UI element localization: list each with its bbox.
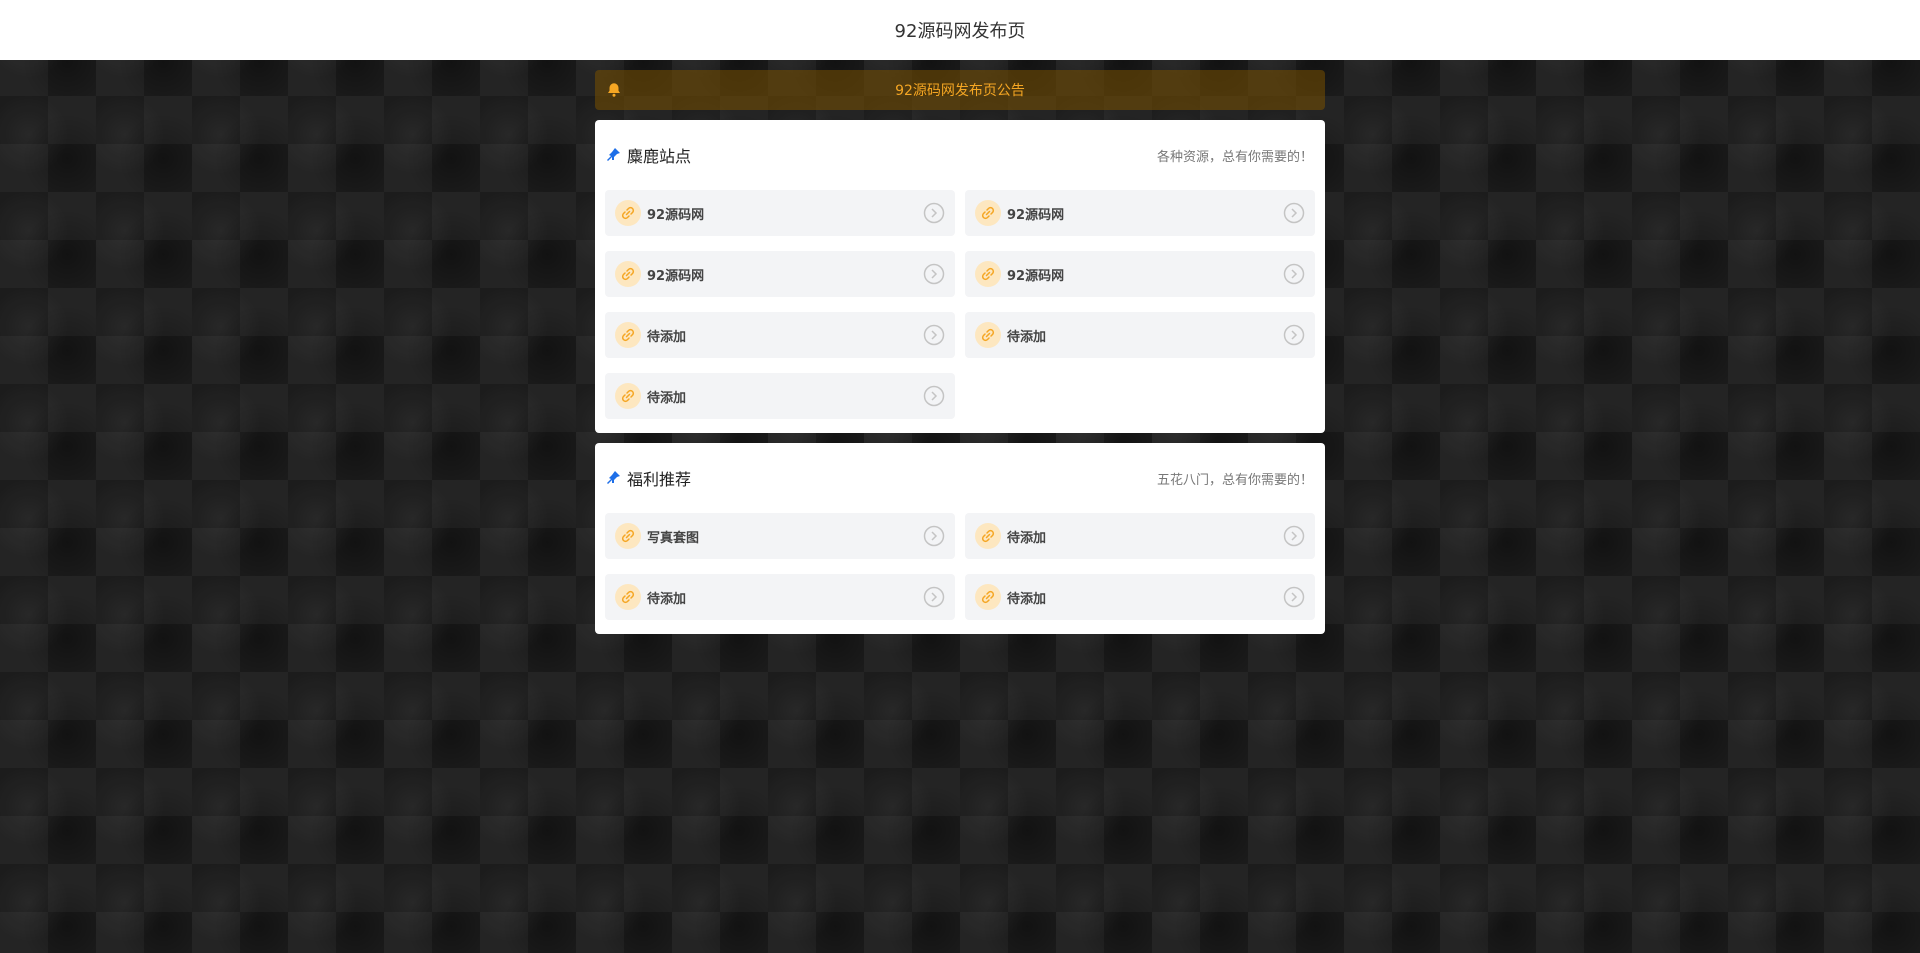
link-icon — [615, 261, 641, 287]
pin-icon — [607, 148, 620, 161]
section-card: 麋鹿站点 各种资源，总有你需要的！ 92源码网 92源码网 92源码网 92源码… — [595, 120, 1325, 433]
section-header: 福利推荐 五花八门，总有你需要的！ — [605, 443, 1315, 513]
chevron-right-icon — [1283, 586, 1305, 608]
bell-icon — [608, 83, 620, 97]
link-icon — [615, 584, 641, 610]
link-label: 待添加 — [1007, 530, 1047, 546]
link-item[interactable]: 待添加 — [965, 574, 1315, 620]
link-item[interactable]: 待添加 — [605, 312, 955, 358]
section-title: 福利推荐 — [627, 470, 692, 489]
link-icon — [975, 584, 1001, 610]
link-item[interactable]: 92源码网 — [965, 190, 1315, 236]
link-grid: 写真套图 待添加 待添加 待添加 — [605, 513, 1315, 620]
section-subtitle: 五花八门，总有你需要的！ — [1156, 472, 1313, 488]
section-title: 麋鹿站点 — [627, 147, 692, 166]
link-item[interactable]: 待添加 — [965, 513, 1315, 559]
link-label: 92源码网 — [1007, 268, 1065, 284]
link-icon — [615, 322, 641, 348]
chevron-right-icon — [923, 324, 945, 346]
chevron-right-icon — [923, 385, 945, 407]
chevron-right-icon — [1283, 202, 1305, 224]
link-icon — [615, 200, 641, 226]
link-item[interactable]: 待添加 — [605, 373, 955, 419]
link-icon — [615, 523, 641, 549]
site-title: 92源码网发布页 — [894, 21, 1026, 42]
link-item[interactable]: 待添加 — [965, 312, 1315, 358]
chevron-right-icon — [923, 263, 945, 285]
chevron-right-icon — [1283, 263, 1305, 285]
link-label: 92源码网 — [1007, 207, 1065, 223]
link-item[interactable]: 92源码网 — [605, 251, 955, 297]
link-icon — [615, 383, 641, 409]
link-item[interactable]: 写真套图 — [605, 513, 955, 559]
link-icon — [975, 200, 1001, 226]
link-label: 待添加 — [647, 390, 687, 406]
chevron-right-icon — [1283, 324, 1305, 346]
notice-text: 92源码网发布页公告 — [895, 83, 1025, 99]
notice-bar[interactable]: 92源码网发布页公告 — [595, 70, 1325, 110]
chevron-right-icon — [923, 525, 945, 547]
link-icon — [975, 261, 1001, 287]
link-label: 待添加 — [647, 329, 687, 345]
chevron-right-icon — [1283, 525, 1305, 547]
main-container: 92源码网发布页公告 麋鹿站点 各种资源，总有你需要的！ 92源码网 92源码网 — [595, 70, 1325, 644]
link-label: 待添加 — [647, 591, 687, 607]
link-label: 92源码网 — [647, 268, 705, 284]
link-label: 写真套图 — [647, 530, 700, 546]
section-subtitle: 各种资源，总有你需要的！ — [1156, 149, 1313, 165]
site-header: 92源码网发布页 — [0, 0, 1920, 60]
link-icon — [975, 322, 1001, 348]
link-icon — [975, 523, 1001, 549]
link-label: 待添加 — [1007, 591, 1047, 607]
section-header: 麋鹿站点 各种资源，总有你需要的！ — [605, 120, 1315, 190]
link-label: 92源码网 — [647, 207, 705, 223]
pin-icon — [607, 471, 620, 484]
link-item[interactable]: 92源码网 — [965, 251, 1315, 297]
link-label: 待添加 — [1007, 329, 1047, 345]
link-item[interactable]: 待添加 — [605, 574, 955, 620]
link-grid: 92源码网 92源码网 92源码网 92源码网 待添加 待添加 待添加 — [605, 190, 1315, 419]
chevron-right-icon — [923, 586, 945, 608]
section-card: 福利推荐 五花八门，总有你需要的！ 写真套图 待添加 待添加 待添加 — [595, 443, 1325, 634]
chevron-right-icon — [923, 202, 945, 224]
link-item[interactable]: 92源码网 — [605, 190, 955, 236]
